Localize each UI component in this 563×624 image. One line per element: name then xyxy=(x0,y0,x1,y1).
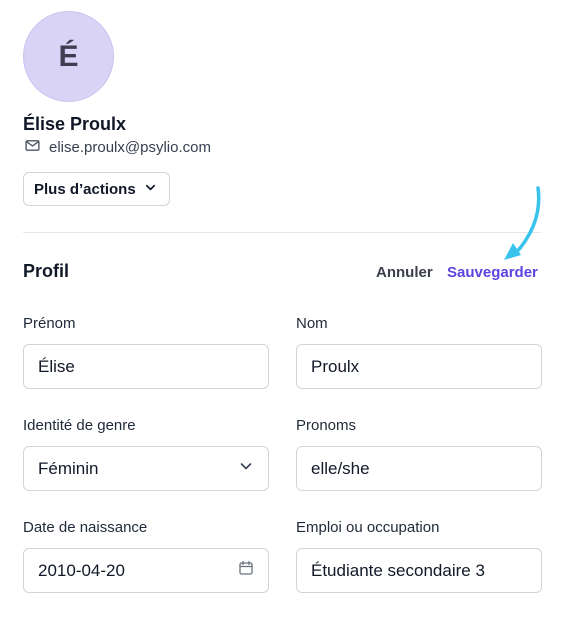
last-name-label: Nom xyxy=(296,315,328,332)
mail-icon xyxy=(24,137,41,158)
first-name-value: Élise xyxy=(38,356,75,376)
birthdate-label: Date de naissance xyxy=(23,519,148,536)
calendar-icon[interactable] xyxy=(238,560,254,581)
chevron-down-icon xyxy=(238,458,254,479)
user-email: elise.proulx@psylio.com xyxy=(24,137,211,158)
occupation-field[interactable]: Étudiante secondaire 3 xyxy=(296,548,542,593)
section-title: Profil xyxy=(23,261,70,281)
user-name: Élise Proulx xyxy=(23,114,127,134)
avatar: É xyxy=(23,11,114,102)
gender-value: Féminin xyxy=(38,458,99,478)
first-name-label: Prénom xyxy=(23,315,76,332)
birthdate-field[interactable]: 2010-04-20 xyxy=(23,548,269,593)
occupation-label: Emploi ou occupation xyxy=(296,519,440,536)
occupation-value: Étudiante secondaire 3 xyxy=(311,560,485,580)
gender-select[interactable]: Féminin xyxy=(23,446,269,491)
save-button[interactable]: Sauvegarder xyxy=(447,264,538,281)
more-actions-button[interactable]: Plus d’actions xyxy=(23,172,170,206)
gender-label: Identité de genre xyxy=(23,417,136,434)
birthdate-value: 2010-04-20 xyxy=(38,560,125,580)
annotation-arrow-icon xyxy=(504,186,541,260)
first-name-field[interactable]: Élise xyxy=(23,344,269,389)
user-email-text: elise.proulx@psylio.com xyxy=(49,139,211,156)
cancel-button[interactable]: Annuler xyxy=(376,264,433,281)
pronouns-field[interactable]: elle/she xyxy=(296,446,542,491)
last-name-field[interactable]: Proulx xyxy=(296,344,542,389)
last-name-value: Proulx xyxy=(311,356,360,376)
chevron-down-icon xyxy=(144,181,157,198)
pronouns-value: elle/she xyxy=(311,458,370,478)
more-actions-label: Plus d’actions xyxy=(34,180,136,198)
pronouns-label: Pronoms xyxy=(296,417,357,434)
section-divider xyxy=(23,232,541,233)
